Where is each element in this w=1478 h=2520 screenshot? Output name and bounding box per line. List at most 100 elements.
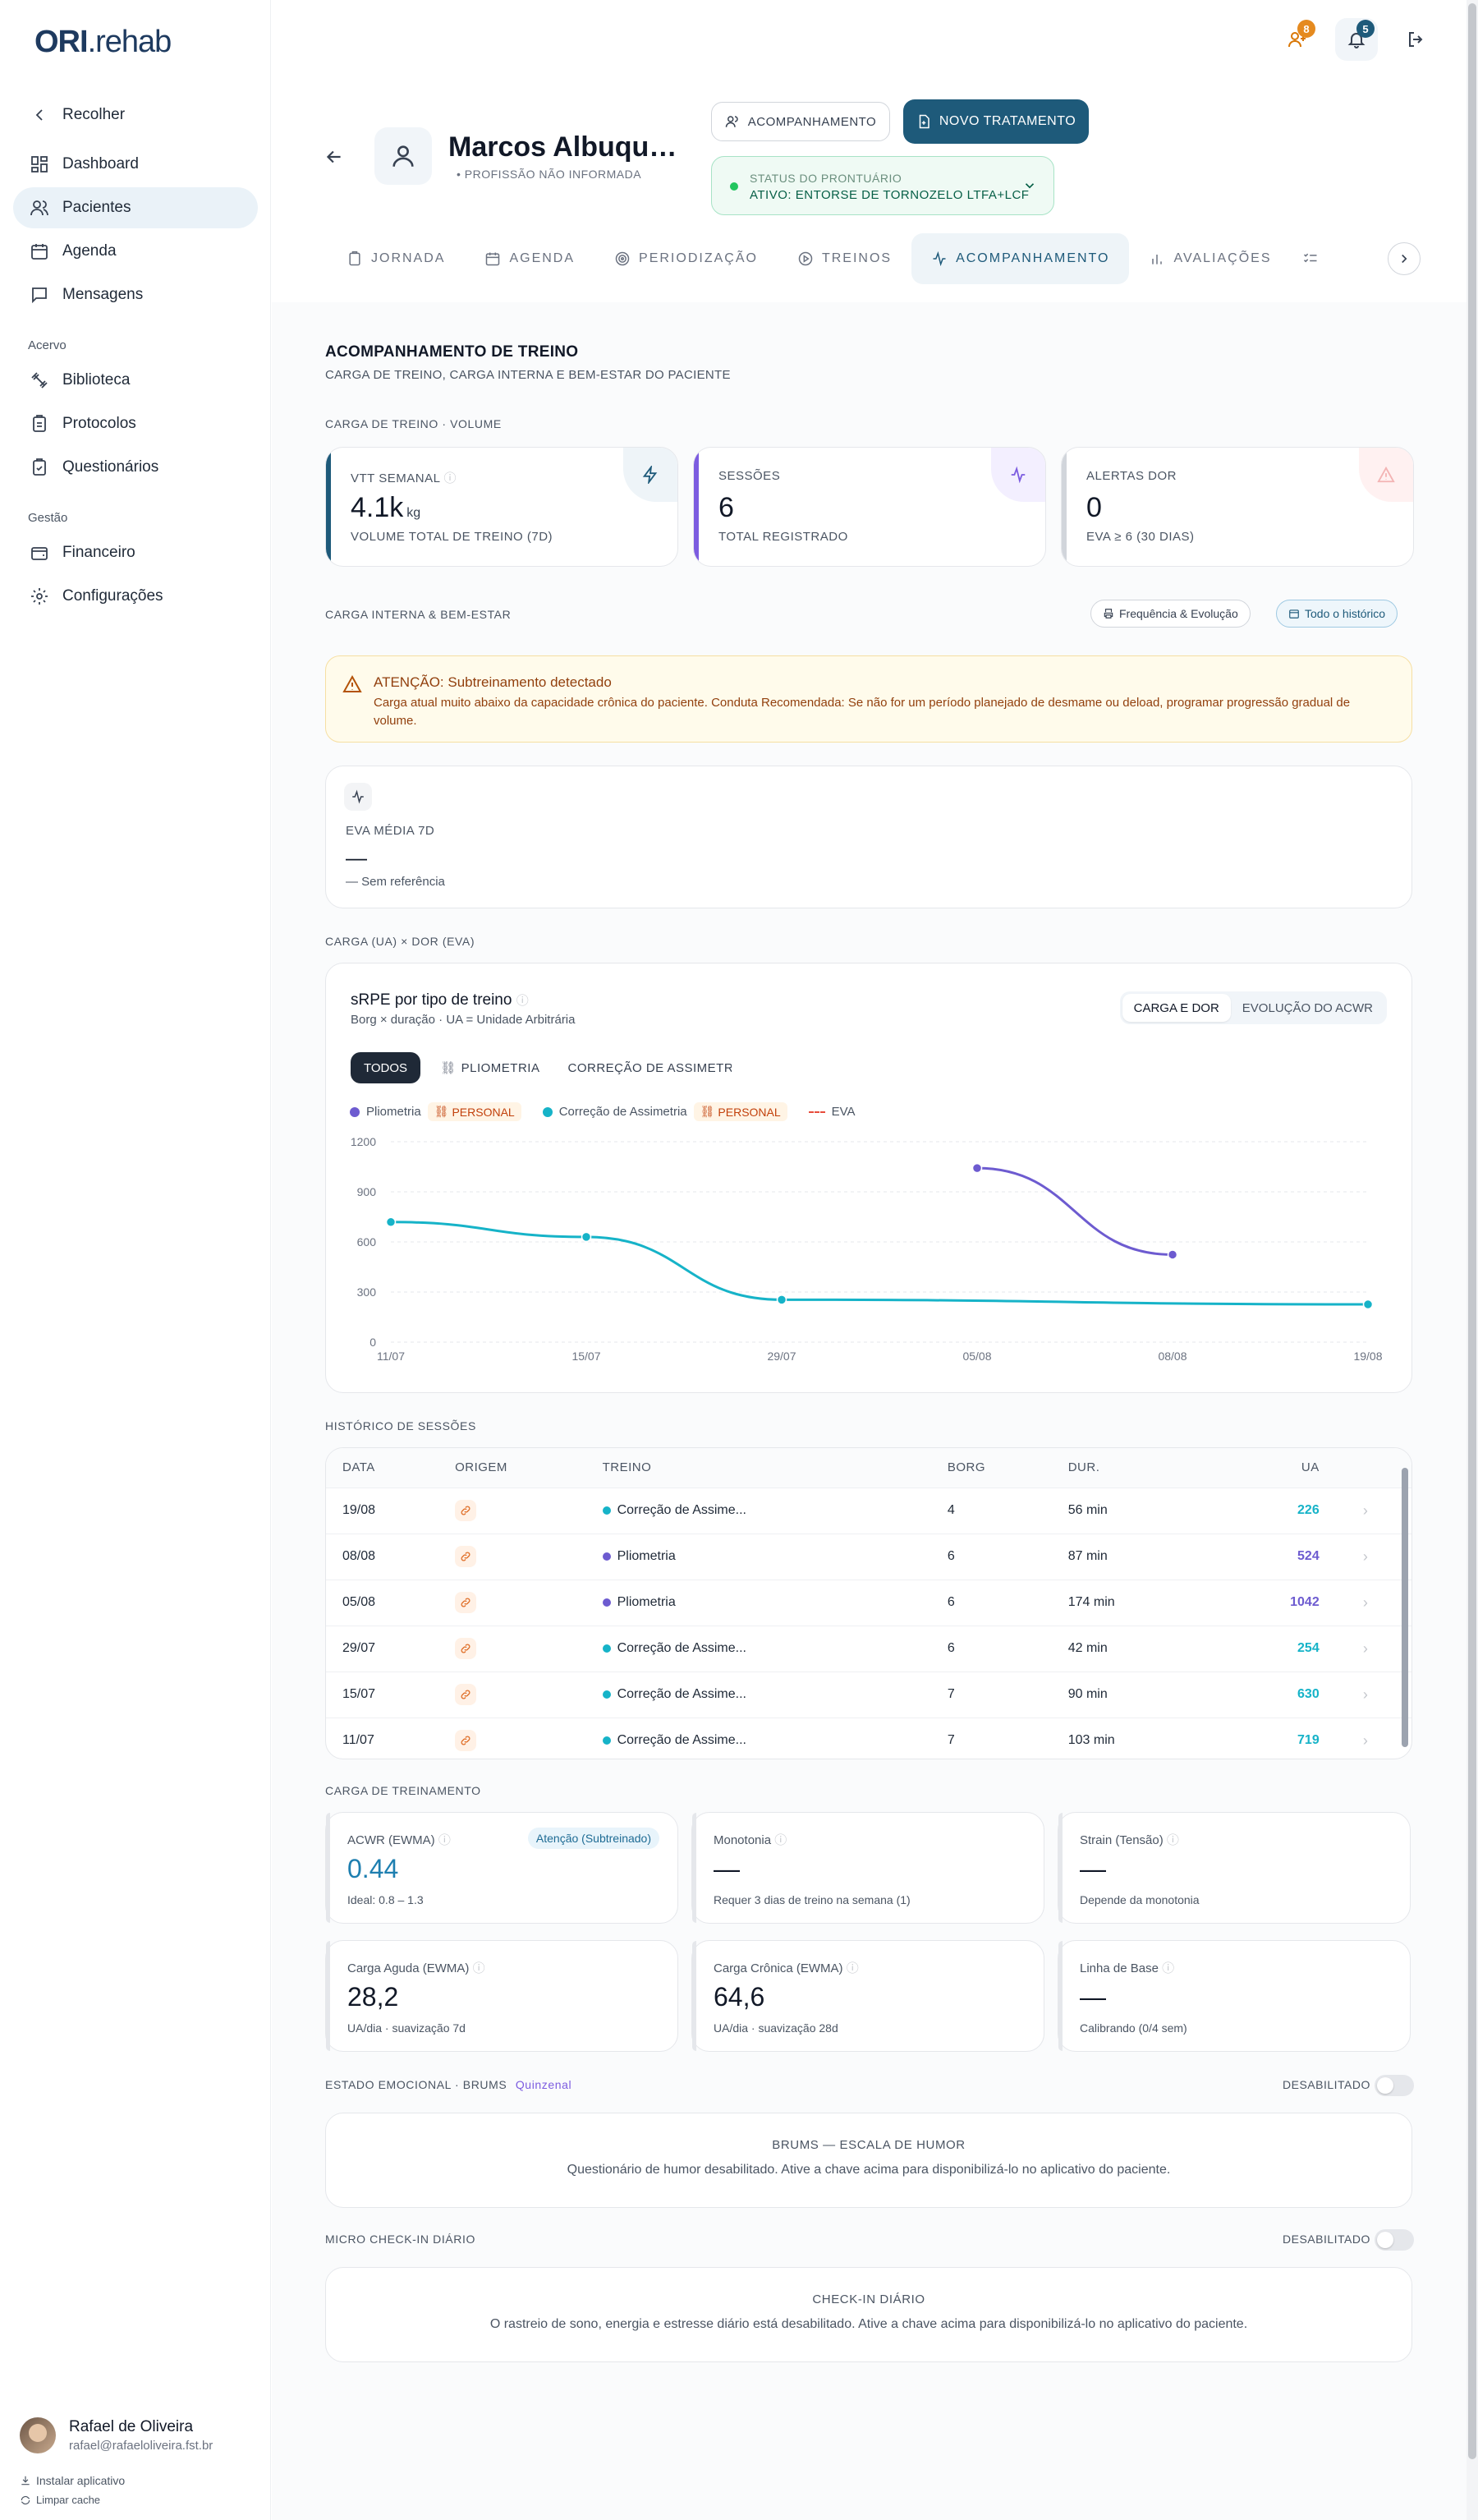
tab-periodizacao[interactable]: PERIODIZAÇÃO (594, 233, 778, 284)
table-row[interactable]: 11/07 Correção de Assime... 7 103 min 719 › (326, 1718, 1411, 1759)
play-circle-icon (798, 251, 813, 266)
kpi-accent (326, 448, 331, 566)
sidebar-item-dashboard[interactable]: Dashboard (13, 144, 258, 185)
table-row[interactable]: 08/08 Pliometria 6 87 min 524 › (326, 1534, 1411, 1580)
activity-icon (991, 448, 1045, 502)
sidebar-item-financeiro[interactable]: Financeiro (13, 532, 258, 573)
link-icon (455, 1592, 477, 1613)
row-origin (455, 1626, 603, 1672)
kpi-sub: VOLUME TOTAL DE TREINO (7D) (351, 530, 553, 544)
acwr-status-badge: Atenção (Subtreinado) (527, 1828, 659, 1849)
app-logo[interactable]: ORI.rehab (34, 25, 172, 60)
tab-agenda[interactable]: AGENDA (465, 233, 594, 284)
new-treatment-button[interactable]: NOVO TRATAMENTO (903, 99, 1089, 144)
filter-todos[interactable]: TODOS (351, 1052, 421, 1083)
legend-series-1: Pliometria (366, 1105, 421, 1119)
tab-avaliacoes[interactable]: AVALIAÇÕES (1129, 233, 1291, 284)
sidebar-item-protocolos[interactable]: Protocolos (13, 403, 258, 444)
dashboard-icon (31, 156, 48, 172)
follow-up-button[interactable]: ACOMPANHAMENTO (711, 102, 890, 141)
eva-card: EVA MÉDIA 7D — — Sem referência (325, 766, 1412, 908)
full-history-button[interactable]: Todo o histórico (1276, 600, 1398, 628)
sidebar-item-configuracoes[interactable]: Configurações (13, 576, 258, 617)
legend-dot (350, 1106, 360, 1117)
monotony-card: Monotonia ⓘ — Requer 3 dias de treino na… (691, 1812, 1044, 1924)
page-scrollbar-track[interactable] (1467, 0, 1478, 2520)
record-status-dropdown[interactable]: STATUS DO PRONTUÁRIO ATIVO: ENTORSE DE T… (711, 156, 1054, 215)
history-table: DATA ORIGEM TREINO BORG DUR. UA 19/08 Cor… (326, 1448, 1411, 1759)
training-color-dot (602, 1690, 611, 1699)
page-scrollbar-thumb[interactable] (1468, 3, 1476, 2459)
y-tick-label: 600 (357, 1235, 377, 1249)
training-color-dot (602, 1552, 611, 1561)
chevron-down-icon (1025, 183, 1035, 189)
filter-correcao[interactable]: CORREÇÃO DE ASSIMETRIA (559, 1052, 732, 1083)
requests-badge: 8 (1297, 20, 1315, 38)
back-button[interactable] (324, 146, 345, 172)
table-scrollbar[interactable] (1402, 1468, 1408, 1747)
row-training: Pliometria (602, 1534, 948, 1580)
chevron-right-icon[interactable]: › (1319, 1626, 1411, 1672)
tab-treinos[interactable]: TREINOS (778, 233, 911, 284)
row-duration: 174 min (1067, 1580, 1236, 1626)
zap-icon (623, 448, 677, 502)
chronic-load-value: 64,6 (714, 1982, 765, 2012)
patient-requests-button[interactable]: 8 (1276, 18, 1319, 61)
chevron-right-icon[interactable]: › (1319, 1580, 1411, 1626)
toggle-load-pain[interactable]: CARGA E DOR (1122, 994, 1231, 1022)
sidebar: ORI.rehab Recolher Dashboard Pacientes A… (0, 0, 271, 2520)
toggle-acwr-evolution[interactable]: EVOLUÇÃO DO ACWR (1231, 994, 1384, 1022)
data-point (385, 1216, 397, 1228)
chevron-right-icon[interactable]: › (1319, 1488, 1411, 1534)
sidebar-item-questionarios[interactable]: Questionários (13, 447, 258, 488)
frequency-evolution-button[interactable]: Frequência & Evolução (1090, 600, 1251, 628)
chevron-right-icon[interactable]: › (1319, 1718, 1411, 1759)
brums-toggle[interactable] (1375, 2075, 1414, 2096)
session-history-table: DATA ORIGEM TREINO BORG DUR. UA 19/08 Cor… (325, 1447, 1412, 1759)
srpe-line-chart: 0 300 600 900 1200 11/07 15/07 29/07 05/08 08/08 1… (351, 1135, 1383, 1363)
tab-more[interactable] (1291, 233, 1327, 284)
row-borg: 6 (947, 1580, 1068, 1626)
tabs-scroll-right-button[interactable] (1388, 242, 1421, 275)
sidebar-collapse[interactable]: Recolher (13, 94, 258, 136)
legend-dash (808, 1111, 825, 1113)
eva-reference: — Sem referência (346, 875, 445, 889)
sidebar-section-acervo: Acervo (28, 338, 67, 352)
notifications-badge: 5 (1356, 20, 1375, 38)
info-icon: ⓘ (516, 994, 529, 1008)
sidebar-item-biblioteca[interactable]: Biblioteca (13, 360, 258, 401)
logout-button[interactable] (1394, 18, 1437, 61)
alert-title: ATENÇÃO: Subtreinamento detectado (374, 674, 612, 690)
micro-checkin-toggle[interactable] (1375, 2229, 1414, 2251)
legend-dot (542, 1106, 553, 1117)
table-row[interactable]: 15/07 Correção de Assime... 7 90 min 630 › (326, 1672, 1411, 1718)
chevron-right-icon[interactable]: › (1319, 1534, 1411, 1580)
tab-jornada[interactable]: JORNADA (327, 233, 465, 284)
chart-section-label: CARGA (UA) × DOR (EVA) (325, 935, 475, 948)
tab-acompanhamento[interactable]: ACOMPANHAMENTO (911, 233, 1130, 284)
message-icon (32, 287, 47, 304)
clear-cache-link[interactable]: Limpar cache (20, 2494, 100, 2506)
sidebar-item-agenda[interactable]: Agenda (13, 231, 258, 272)
table-row[interactable]: 29/07 Correção de Assime... 6 42 min 254 › (326, 1626, 1411, 1672)
table-row[interactable]: 05/08 Pliometria 6 174 min 1042 › (326, 1580, 1411, 1626)
users-icon (30, 200, 48, 216)
sidebar-item-pacientes[interactable]: Pacientes (13, 187, 258, 228)
table-row[interactable]: 19/08 Correção de Assime... 4 56 min 226 › (326, 1488, 1411, 1534)
acwr-label: ACWR (EWMA) ⓘ (347, 1833, 451, 1847)
acwr-value: 0.44 (347, 1854, 399, 1883)
filter-pliometria[interactable]: ⛓ PLIOMETRIA (432, 1052, 548, 1083)
user-profile[interactable]: Rafael de Oliveira rafael@rafaeloliveira… (20, 2415, 258, 2456)
legend-series-3: EVA (831, 1105, 856, 1119)
printer-icon (1104, 609, 1113, 619)
notifications-button[interactable]: 5 (1335, 18, 1378, 61)
sidebar-item-mensagens[interactable]: Mensagens (13, 274, 258, 315)
acute-load-card: Carga Aguda (EWMA) ⓘ 28,2 UA/dia · suavi… (325, 1940, 678, 2052)
training-color-dot (602, 1598, 611, 1607)
x-tick-label: 15/07 (571, 1350, 600, 1363)
install-app-link[interactable]: Instalar aplicativo (20, 2474, 125, 2487)
chevron-right-icon[interactable]: › (1319, 1672, 1411, 1718)
col-borg: BORG (947, 1448, 1068, 1488)
kpi-label: SESSÕES (718, 469, 781, 483)
row-date: 08/08 (326, 1534, 456, 1580)
